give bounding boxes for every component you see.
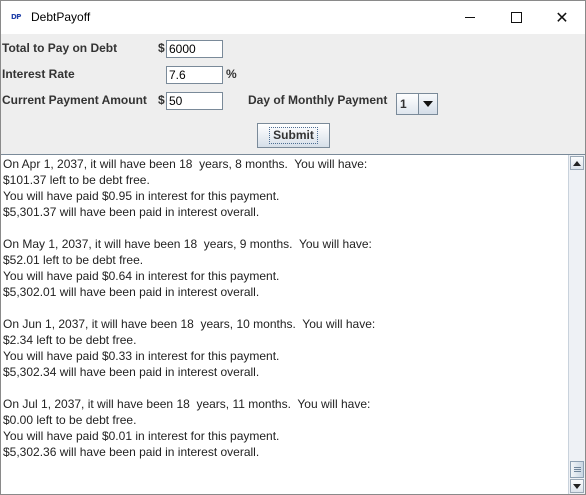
output-line: $0.00 left to be debt free. <box>3 413 137 427</box>
output-line: On Jul 1, 2037, it will have been 18 yea… <box>3 397 371 411</box>
debtpayoff-window: DP DebtPayoff ✕ Total to Pay on Debt $ 6… <box>0 0 586 495</box>
output-line: $5,302.01 will have been paid in interes… <box>3 285 260 299</box>
maximize-button[interactable] <box>493 1 539 34</box>
scroll-down-button[interactable] <box>570 479 584 493</box>
output-line: You will have paid $0.01 in interest for… <box>3 429 280 443</box>
output-line: $52.01 left to be debt free. <box>3 253 144 267</box>
output-line: On Jun 1, 2037, it will have been 18 yea… <box>3 317 376 331</box>
chevron-down-icon <box>423 101 433 107</box>
scroll-up-button[interactable] <box>570 156 584 170</box>
chevron-down-icon <box>573 483 581 489</box>
output-line: $5,302.34 will have been paid in interes… <box>3 365 260 379</box>
title-bar[interactable]: DP DebtPayoff ✕ <box>1 1 585 34</box>
output-line: You will have paid $0.33 in interest for… <box>3 349 280 363</box>
output-area[interactable]: On Apr 1, 2037, it will have been 18 yea… <box>1 154 585 494</box>
output-line: $2.34 left to be debt free. <box>3 333 137 347</box>
output-line: $5,302.36 will have been paid in interes… <box>3 445 260 459</box>
payment-label: Current Payment Amount <box>2 93 147 107</box>
output-line: $5,301.37 will have been paid in interes… <box>3 205 260 219</box>
total-label: Total to Pay on Debt <box>2 41 118 55</box>
output-line: You will have paid $0.95 in interest for… <box>3 189 280 203</box>
output-line: $101.37 left to be debt free. <box>3 173 150 187</box>
maximize-icon <box>510 12 522 23</box>
total-input[interactable]: 6000 <box>166 40 223 58</box>
submit-button[interactable]: Submit <box>257 123 330 148</box>
day-select-arrow[interactable] <box>418 94 437 114</box>
day-select[interactable]: 1 <box>396 93 438 115</box>
payment-currency: $ <box>158 93 165 107</box>
day-select-value: 1 <box>400 97 407 111</box>
grip-line <box>574 467 581 468</box>
submit-label: Submit <box>269 127 318 144</box>
interest-rate-unit: % <box>226 67 237 81</box>
day-label: Day of Monthly Payment <box>248 93 388 107</box>
interest-rate-label: Interest Rate <box>2 67 75 81</box>
output-line: You will have paid $0.64 in interest for… <box>3 269 280 283</box>
window-title: DebtPayoff <box>31 10 91 24</box>
grip-line <box>574 471 581 472</box>
interest-rate-input[interactable]: 7.6 <box>166 66 223 84</box>
app-icon: DP <box>11 13 21 21</box>
payment-input[interactable]: 50 <box>166 92 223 110</box>
vertical-scrollbar[interactable] <box>568 155 585 494</box>
total-currency: $ <box>158 41 165 55</box>
output-line: On May 1, 2037, it will have been 18 yea… <box>3 237 372 251</box>
close-icon: ✕ <box>555 7 569 27</box>
chevron-up-icon <box>573 160 581 166</box>
close-button[interactable]: ✕ <box>539 1 585 34</box>
minimize-button[interactable] <box>447 1 493 34</box>
output-line: On Apr 1, 2037, it will have been 18 yea… <box>3 157 368 171</box>
grip-line <box>574 469 581 470</box>
minimize-icon <box>465 17 475 18</box>
output-text: On Apr 1, 2037, it will have been 18 yea… <box>3 156 563 460</box>
scroll-thumb[interactable] <box>570 461 584 478</box>
